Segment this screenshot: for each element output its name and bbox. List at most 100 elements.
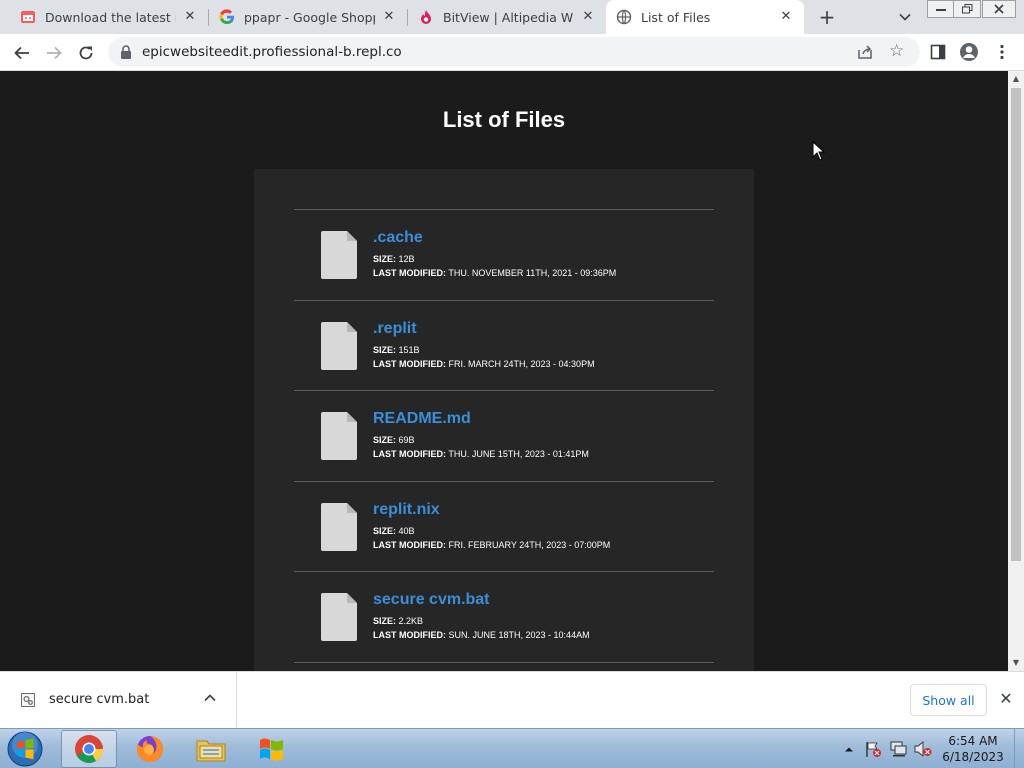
show-desktop-button[interactable] [1014,729,1024,768]
forward-button[interactable] [41,40,67,66]
modified-value: Thu. November 11th, 2021 - 09:36pm [448,268,617,278]
file-link[interactable]: .cache [373,229,423,247]
modified-label: Last Modified: [373,539,446,550]
side-panel-icon[interactable] [928,42,948,62]
file-row: replit.nix Size: 40b Last Modified: Fri.… [294,482,714,572]
scroll-down-arrow-icon[interactable]: ▼ [1008,655,1024,671]
close-tab-icon[interactable]: ✕ [182,9,198,25]
tab-bitview-wiki[interactable]: BitView | Altipedia Wiki | F ✕ [408,0,606,34]
tab-itch[interactable]: Download the latest indie ✕ [10,0,208,34]
taskbar-windows-flag[interactable] [244,730,300,768]
tab-search-chevron-icon[interactable] [895,7,915,27]
file-row: .replit Size: 151b Last Modified: Fri. M… [294,301,714,391]
kebab-menu-icon[interactable] [992,42,1012,62]
size-value: 2.2kb [398,616,424,626]
modified-value: Fri. March 24th, 2023 - 04:30pm [448,358,595,369]
download-filename[interactable]: secure cvm.bat [49,692,149,707]
size-value: 151b [398,344,420,355]
new-tab-button[interactable]: + [815,6,839,28]
file-modified: Last Modified: Fri. March 24th, 2023 - 0… [373,359,595,369]
clock-date: 6/18/2023 [942,750,1004,764]
tab-strip: Download the latest indie ✕ ppapr - Goog… [0,0,1024,34]
file-modified: Last Modified: Thu. November 11th, 2021 … [373,268,616,278]
file-size: Size: 40b [373,526,415,536]
tab-google-shopping[interactable]: ppapr - Google Shopping ✕ [209,0,407,34]
windows-taskbar: 6:54 AM 6/18/2023 [0,728,1024,768]
minimize-button[interactable] [927,0,955,18]
file-link[interactable]: .replit [373,320,417,338]
vertical-scrollbar[interactable]: ▲ ▼ [1008,71,1024,671]
tab-title: Download the latest indie [45,9,176,25]
size-label: Size: [373,254,397,264]
file-size: Size: 12b [373,254,415,264]
share-icon[interactable] [856,43,874,61]
size-value: 12b [398,254,415,264]
taskbar-explorer[interactable] [183,730,239,768]
google-icon [219,9,235,25]
bookmark-star-icon[interactable]: ☆ [889,41,904,61]
download-item[interactable]: secure cvm.bat [0,672,237,728]
browser-toolbar: epicwebsiteedit.profiessional-b.repl.co … [0,34,1024,71]
profile-avatar-icon[interactable] [959,42,979,62]
tab-title: List of Files [641,9,711,25]
volume-muted-icon[interactable] [913,729,933,768]
modified-label: Last Modified: [373,630,446,640]
modified-value: Thu. June 15th, 2023 - 01:41pm [448,449,589,459]
close-tab-icon[interactable]: ✕ [778,9,794,25]
page-title: List of Files [442,107,566,132]
chrome-icon [75,735,103,763]
file-link[interactable]: replit.nix [373,501,440,519]
file-row: secure cvm.bat Size: 2.2kb Last Modified… [294,572,714,663]
close-tab-icon[interactable]: ✕ [381,9,397,25]
file-link[interactable]: secure cvm.bat [373,591,490,609]
restore-button[interactable] [953,0,981,18]
tab-title: ppapr - Google Shopping [244,9,375,25]
size-label: Size: [373,525,397,536]
file-modified: Last Modified: Sun. June 18th, 2023 - 10… [373,630,590,640]
modified-label: Last Modified: [373,449,446,459]
size-label: Size: [373,435,397,445]
fandom-icon [418,9,434,25]
close-shelf-icon[interactable]: ✕ [998,690,1014,708]
chevron-up-icon[interactable] [204,691,216,705]
globe-icon [616,9,632,25]
show-all-button[interactable]: Show all [910,684,987,716]
taskbar-chrome[interactable] [61,730,117,768]
clock-time: 6:54 AM [948,734,998,748]
size-label: Size: [373,616,397,626]
file-icon [321,502,357,551]
file-row: README.md Size: 69b Last Modified: Thu. … [294,391,714,482]
batch-file-icon [20,692,36,708]
url-text[interactable]: epicwebsiteedit.profiessional-b.repl.co [142,44,402,60]
tray-expand-icon[interactable] [844,729,854,768]
address-bar[interactable]: epicwebsiteedit.profiessional-b.repl.co … [108,37,920,67]
scroll-up-arrow-icon[interactable]: ▲ [1008,71,1024,87]
mouse-cursor-icon [812,141,826,161]
file-modified: Last Modified: Thu. June 15th, 2023 - 01… [373,449,589,459]
action-center-flag-icon[interactable] [864,729,882,768]
modified-label: Last Modified: [373,268,446,278]
modified-value: Fri. February 24th, 2023 - 07:00pm [448,539,611,550]
reload-button[interactable] [73,40,99,66]
close-window-button[interactable] [982,0,1016,18]
system-clock[interactable]: 6:54 AM 6/18/2023 [938,733,1008,765]
file-list: .cache Size: 12b Last Modified: Thu. Nov… [294,209,714,663]
close-tab-icon[interactable]: ✕ [580,9,596,25]
network-icon[interactable] [889,729,909,768]
size-value: 40b [398,525,415,536]
size-value: 69b [398,435,415,445]
tab-list-of-files[interactable]: List of Files ✕ [606,0,804,34]
tab-title: BitView | Altipedia Wiki | F [443,9,574,25]
lock-icon[interactable] [119,44,133,60]
start-button[interactable] [5,730,45,768]
itch-icon [20,9,36,25]
modified-value: Sun. June 18th, 2023 - 10:44am [448,630,590,640]
file-icon [321,321,357,370]
scrollbar-thumb[interactable] [1011,88,1021,561]
back-button[interactable] [9,40,35,66]
file-size: Size: 2.2kb [373,616,423,626]
taskbar-firefox[interactable] [122,730,178,768]
file-link[interactable]: README.md [373,410,471,428]
file-icon [321,231,357,279]
windows-flag-icon [260,738,283,761]
